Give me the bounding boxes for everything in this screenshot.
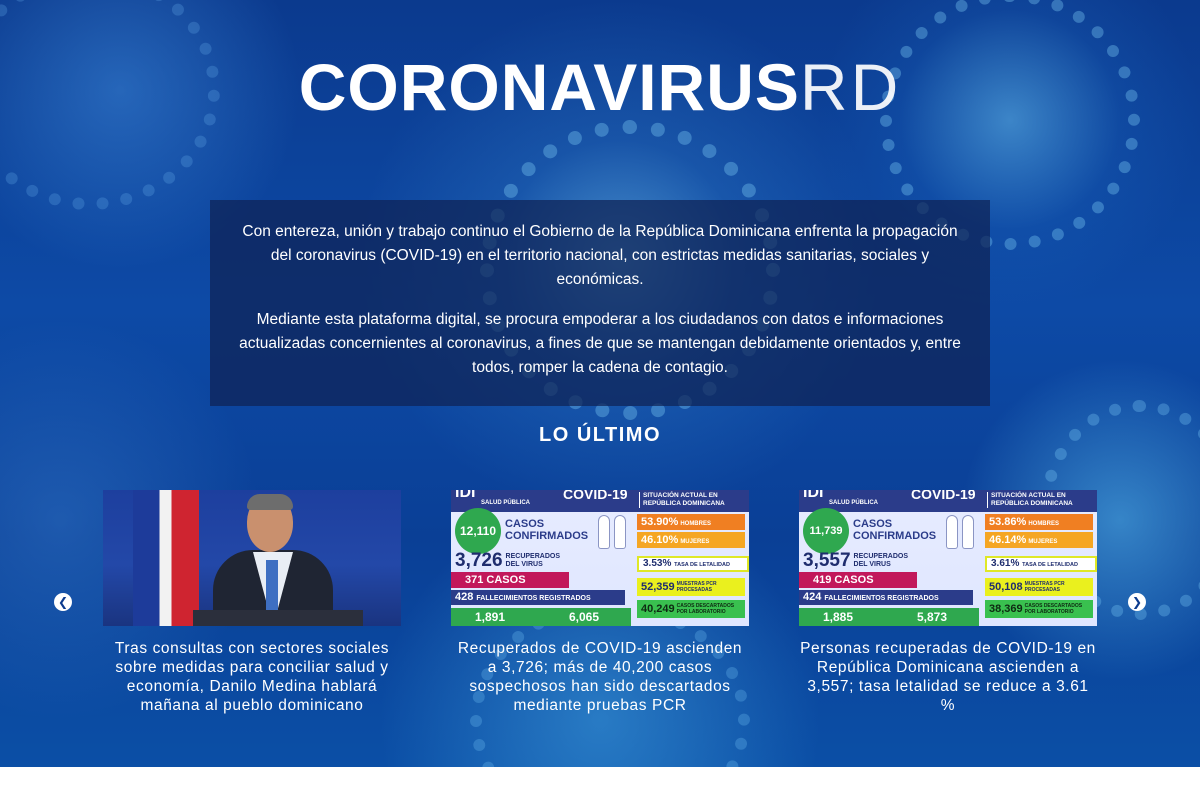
news-card[interactable]: IDI SALUD PÚBLICA COVID-19 SITUACIÓN ACT… xyxy=(451,490,749,715)
chevron-right-icon[interactable]: ❯ xyxy=(1128,593,1146,611)
news-card[interactable]: IDI SALUD PÚBLICA COVID-19 SITUACIÓN ACT… xyxy=(799,490,1097,715)
news-card-image[interactable] xyxy=(103,490,401,626)
people-icon xyxy=(597,516,627,550)
latest-heading: LO ÚLTIMO xyxy=(539,424,661,446)
site-title-suffix: RD xyxy=(799,50,902,124)
site-title-main: CORONAVIRUS xyxy=(298,50,800,124)
people-icon xyxy=(945,516,975,550)
confirmed-count: 12,110 xyxy=(455,508,501,554)
page-footer-area xyxy=(0,767,1200,800)
intro-paragraph: Mediante esta plataforma digital, se pro… xyxy=(239,311,961,376)
news-card-title[interactable]: Recuperados de COVID-19 ascienden a 3,72… xyxy=(451,639,749,715)
podium-image xyxy=(193,610,363,626)
hero-section: CORONAVIRUSRD Con entereza, unión y trab… xyxy=(0,0,1200,767)
news-card-title[interactable]: Tras consultas con sectores sociales sob… xyxy=(103,639,401,715)
news-card-title[interactable]: Personas recuperadas de COVID-19 en Repú… xyxy=(799,639,1097,715)
intro-paragraph: Con entereza, unión y trabajo continuo e… xyxy=(242,223,958,288)
news-card-image[interactable]: IDI SALUD PÚBLICA COVID-19 SITUACIÓN ACT… xyxy=(799,490,1097,626)
flag-image xyxy=(133,490,199,626)
confirmed-count: 11,739 xyxy=(803,508,849,554)
intro-panel: Con entereza, unión y trabajo continuo e… xyxy=(210,200,990,406)
site-title: CORONAVIRUSRD xyxy=(0,50,1200,124)
chevron-left-icon[interactable]: ❮ xyxy=(54,593,72,611)
news-card[interactable]: Tras consultas con sectores sociales sob… xyxy=(103,490,401,715)
news-card-image[interactable]: IDI SALUD PÚBLICA COVID-19 SITUACIÓN ACT… xyxy=(451,490,749,626)
